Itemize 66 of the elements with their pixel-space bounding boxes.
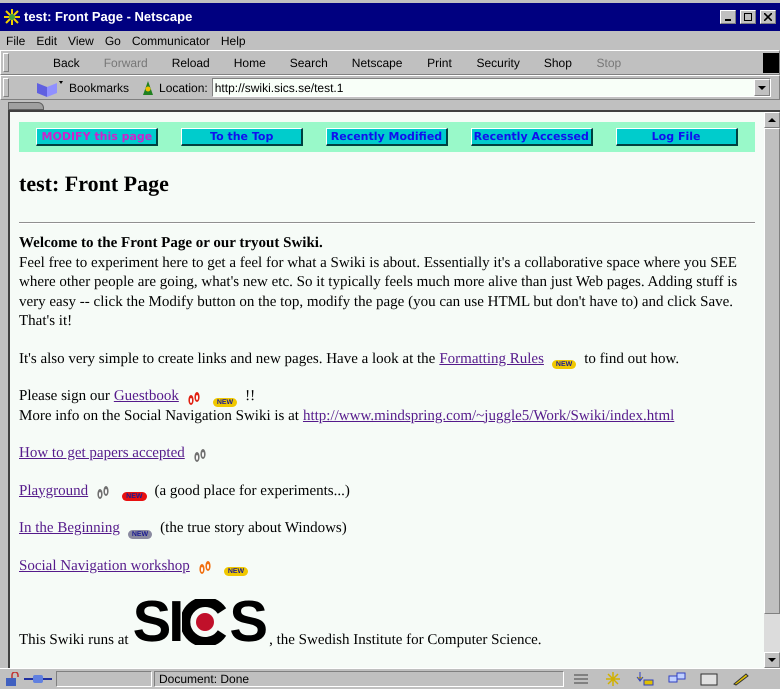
body-text: This Swiki runs at	[19, 630, 129, 650]
intro-paragraph: Feel free to experiment here to get a feel for what a Swiki is about. Essentially it's a collaborative space where you SEE where other people are going, what's new etc. So it typically feels much more alive than just Web pages. Adding stuff is very easy -- click the Modify button on the top, modify the page (you can use HTML but don't have to) and click Save. That's it!	[19, 254, 738, 331]
page-link[interactable]: How to get papers accepted	[19, 444, 185, 464]
bookmarks-button[interactable]: Bookmarks	[69, 78, 130, 96]
toolbar-grip[interactable]	[3, 53, 9, 72]
pen-icon[interactable]	[732, 672, 750, 686]
toolbar-button[interactable]: Netscape	[340, 54, 414, 72]
menu-item[interactable]: Edit	[36, 32, 58, 50]
toolbar-grip[interactable]	[3, 78, 9, 97]
caret-down-icon	[758, 86, 766, 90]
scroll-up-button[interactable]	[764, 112, 780, 128]
toolbar-button[interactable]: Shop	[532, 54, 584, 72]
body-text: !!	[245, 387, 256, 406]
close-icon[interactable]	[760, 10, 776, 24]
toolbar-button[interactable]: Print	[414, 54, 464, 72]
menu-item[interactable]: View	[68, 32, 94, 50]
page-link[interactable]: Playground	[19, 482, 88, 501]
status-text: Document: Done	[158, 671, 250, 688]
caret-up-icon	[768, 118, 776, 122]
lock-icon	[4, 672, 20, 686]
download-icon[interactable]	[636, 672, 654, 686]
page-link[interactable]: Formatting Rules	[439, 350, 544, 369]
collapse-tab[interactable]	[8, 102, 44, 110]
url-field[interactable]: http://swiki.sics.se/test.1	[212, 78, 771, 97]
body-text: (the true story about Windows)	[160, 519, 347, 538]
nav-button[interactable]: Recently Accessed	[470, 128, 593, 146]
body-text: (a good place for experiments...)	[154, 482, 350, 500]
plug-icon	[24, 673, 52, 685]
dropdown-button[interactable]	[754, 79, 770, 96]
minimize-icon[interactable]	[720, 10, 736, 24]
scroll-down-button[interactable]	[764, 652, 780, 668]
menu-item[interactable]: Communicator	[132, 32, 210, 50]
sics-logo: SI S	[132, 594, 266, 650]
star-icon[interactable]	[604, 672, 622, 686]
window-title: test: Front Page - Netscape	[24, 8, 194, 26]
location-label: Location:	[159, 80, 208, 96]
nav-button[interactable]: Log File	[616, 128, 738, 146]
maximize-icon[interactable]	[740, 10, 756, 24]
intro-title: Welcome to the Front Page or our tryout Swiki.	[19, 234, 324, 253]
bookmarks-icon	[35, 78, 65, 96]
body-text: Please sign our	[19, 387, 110, 406]
list-icon[interactable]	[572, 672, 590, 686]
menu-item[interactable]: Help	[220, 32, 246, 50]
ring-dot-icon	[182, 599, 228, 645]
nav-button[interactable]: Recently Modified	[326, 128, 448, 146]
toolbar-button[interactable]: Back	[41, 54, 92, 72]
location-icon	[141, 78, 156, 96]
body-text: It's also very simple to create links and new pages. Have a look at the	[19, 350, 436, 368]
body-text: , the Swedish Institute for Computer Science.	[269, 630, 542, 650]
page-link[interactable]: Guestbook	[114, 387, 179, 406]
page-link[interactable]: Social Navigation workshop	[19, 556, 190, 576]
toolbar-button[interactable]: Security	[464, 54, 532, 72]
nav-button[interactable]: To the Top	[181, 128, 304, 146]
toolbar-button[interactable]: Home	[222, 54, 278, 72]
caret-down-icon	[768, 658, 776, 662]
page-heading: test: Front Page	[19, 170, 170, 198]
page-link[interactable]: http://www.mindspring.com/~juggle5/Work/Swiki/index.html	[302, 406, 674, 426]
body-text: to find out how.	[584, 350, 680, 368]
menu-item[interactable]: File	[6, 32, 26, 50]
n-logo-icon	[763, 52, 779, 72]
toolbar-button[interactable]: Reload	[160, 54, 222, 72]
star-icon	[4, 9, 20, 25]
menu-item[interactable]: Go	[104, 32, 121, 50]
toolbar-button[interactable]: Search	[278, 54, 340, 72]
page-link[interactable]: In the Beginning	[19, 519, 120, 538]
body-text: More info on the Social Navigation Swiki is at	[19, 406, 299, 426]
